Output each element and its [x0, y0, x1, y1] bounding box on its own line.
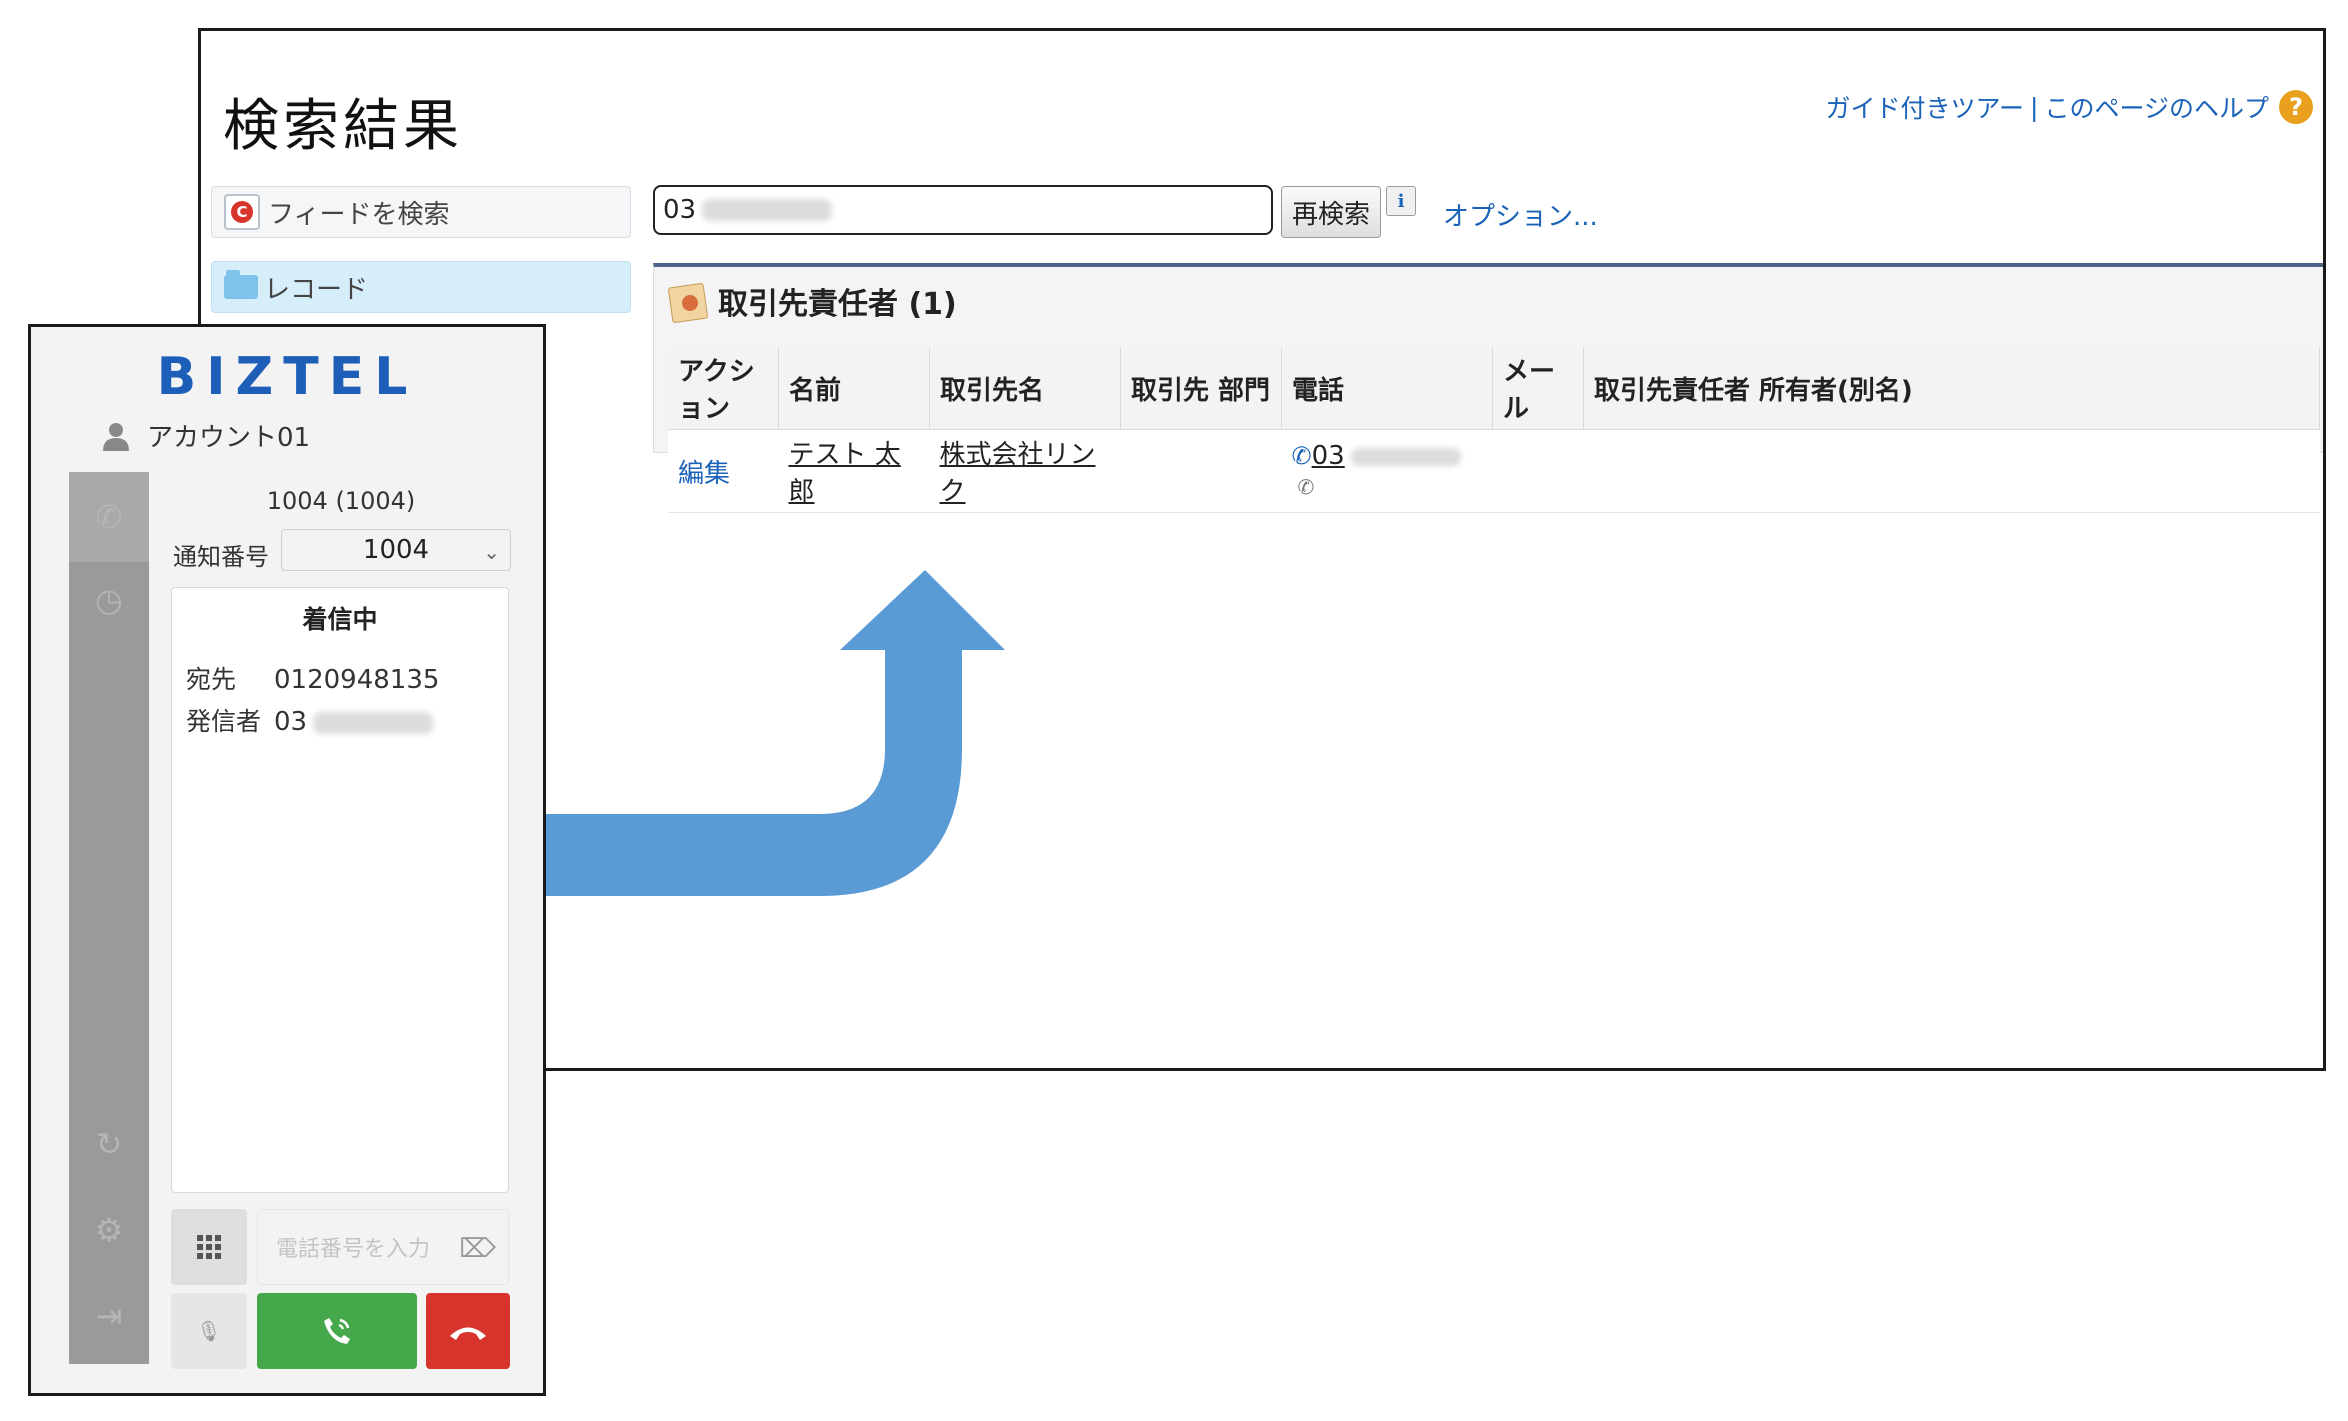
redacted-caller-digits: [313, 711, 434, 734]
caller-row: 発信者 03: [186, 702, 434, 738]
backspace-icon[interactable]: ⌦: [459, 1234, 496, 1264]
call-status: 着信中: [302, 605, 378, 634]
call-info-card: 着信中 宛先 0120948135 発信者 03: [171, 587, 509, 1193]
destination-row: 宛先 0120948135: [186, 660, 439, 696]
destination-label: 宛先: [186, 665, 237, 694]
keypad-button[interactable]: [171, 1209, 247, 1285]
notify-number-select[interactable]: 1004 ⌄: [281, 529, 511, 571]
phone-number-placeholder: 電話番号を入力: [276, 1237, 431, 1262]
account-name: アカウント01: [147, 423, 311, 453]
caller-label: 発信者: [186, 707, 262, 736]
caller-value: 03: [274, 707, 308, 737]
hangup-button[interactable]: [426, 1293, 510, 1369]
notify-number-label: 通知番号: [173, 543, 269, 571]
notify-number-value: 1004: [362, 535, 430, 565]
logout-icon[interactable]: ⇥: [89, 1296, 129, 1336]
phone-icon[interactable]: ✆: [89, 497, 129, 537]
destination-value: 0120948135: [274, 665, 440, 695]
account-row: アカウント01: [101, 417, 310, 454]
mute-button[interactable]: 🎙: [171, 1293, 247, 1369]
sync-icon[interactable]: ↻: [89, 1124, 129, 1164]
mic-icon: 🎙: [196, 1319, 222, 1343]
extension-label: 1004 (1004): [266, 487, 416, 515]
user-icon: [103, 422, 129, 451]
hangup-icon: [450, 1327, 486, 1340]
history-icon[interactable]: ◷: [89, 580, 129, 620]
answer-call-icon: [324, 1318, 350, 1344]
biztel-logo: BIZTEL: [156, 347, 418, 407]
phone-number-input[interactable]: 電話番号を入力 ⌦: [257, 1209, 509, 1285]
gear-icon[interactable]: ⚙: [89, 1210, 129, 1250]
answer-button[interactable]: [257, 1293, 417, 1369]
chevron-down-icon: ⌄: [483, 540, 500, 564]
side-rail: ✆ ◷ ↻ ⚙ ⇥: [69, 472, 149, 1364]
keypad-icon: [197, 1235, 221, 1259]
biztel-softphone: BIZTEL アカウント01 ✆ ◷ ↻ ⚙ ⇥ 1004 (1004) 通知番…: [28, 324, 546, 1396]
